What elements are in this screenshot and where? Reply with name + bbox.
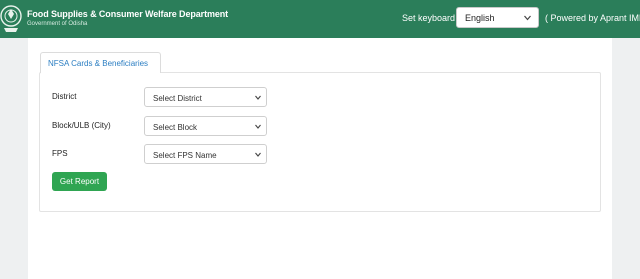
top-header: Food Supplies & Consumer Welfare Departm… — [0, 0, 640, 38]
state-emblem-icon — [0, 5, 22, 32]
get-report-label: Get Report — [59, 177, 100, 186]
department-subtitle: Government of Odisha — [27, 21, 88, 27]
block-label: Block/ULB (City) — [52, 121, 111, 130]
get-report-button[interactable]: Get Report — [52, 172, 107, 191]
district-label: District — [52, 92, 77, 101]
keyboard-label: Set keyboard — [402, 13, 456, 23]
powered-by-text: ( Powered by Aprant IME — [545, 13, 640, 23]
district-select-value: Select District — [153, 94, 202, 103]
block-select[interactable]: Select Block — [144, 116, 267, 136]
chevron-down-icon — [255, 95, 261, 100]
block-select-value: Select Block — [153, 123, 198, 132]
fps-select-value: Select FPS Name — [153, 151, 217, 160]
keyboard-language-value: English — [465, 13, 495, 23]
fps-label: FPS — [52, 149, 68, 158]
tab-label: NFSA Cards & Beneficiaries — [48, 59, 149, 68]
report-form-panel — [39, 72, 601, 212]
chevron-down-icon — [255, 152, 261, 157]
district-select[interactable]: Select District — [144, 87, 267, 107]
tab-nfsa-cards-beneficiaries[interactable]: NFSA Cards & Beneficiaries — [40, 52, 161, 73]
chevron-down-icon — [255, 124, 261, 129]
chevron-down-icon — [524, 15, 531, 21]
department-title: Food Supplies & Consumer Welfare Departm… — [27, 9, 229, 19]
keyboard-language-select[interactable]: English — [456, 7, 539, 28]
fps-select[interactable]: Select FPS Name — [144, 144, 267, 164]
